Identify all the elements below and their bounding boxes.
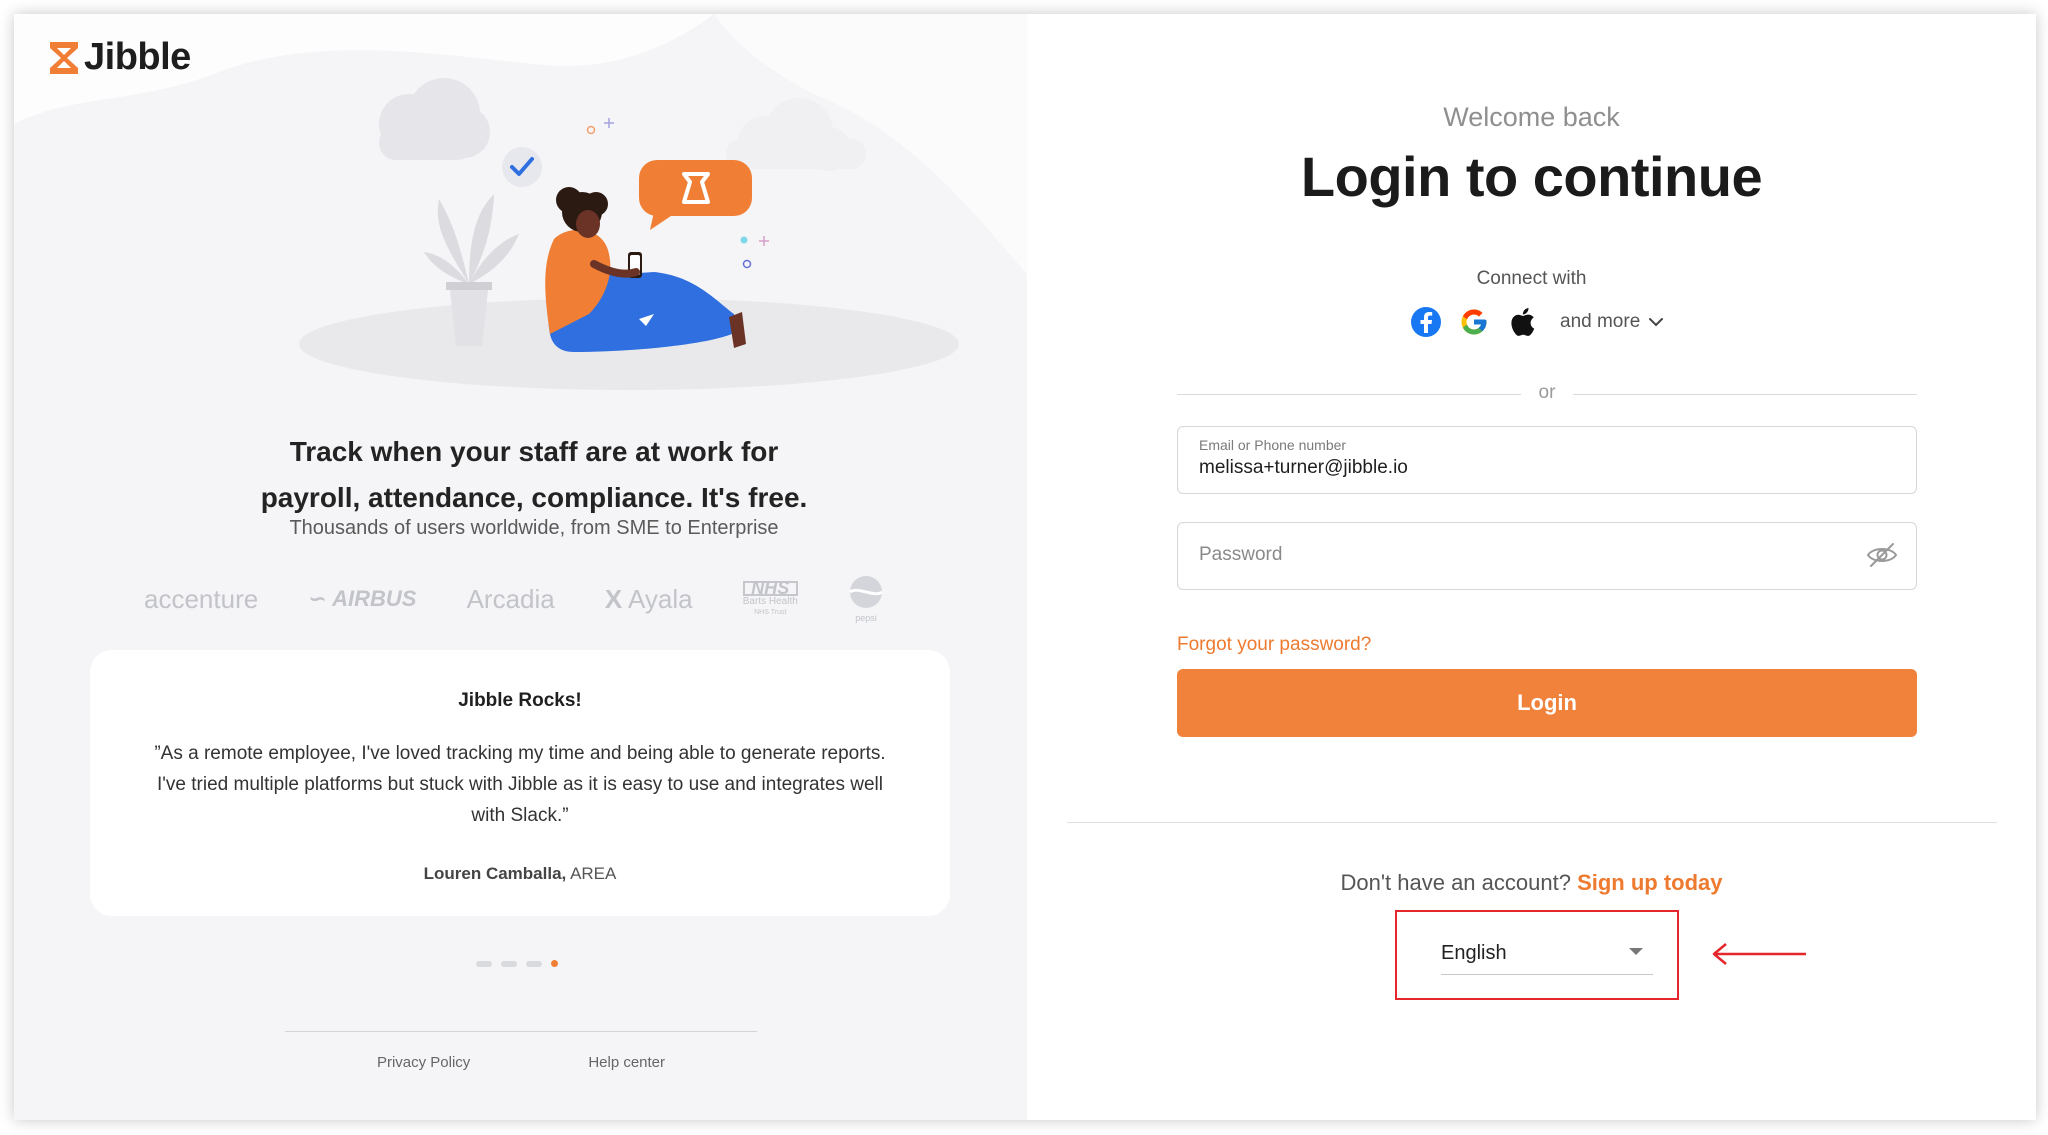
testimonial-author: Louren Camballa, AREA [90,864,950,884]
author-name: Louren Camballa, [423,864,567,883]
apple-icon [1511,308,1535,336]
carousel-dots [476,960,558,967]
facebook-login-button[interactable] [1410,306,1442,338]
author-company: AREA [570,864,617,883]
no-account-text: Don't have an account? [1340,870,1571,895]
ayala-mark-icon: X [604,583,623,614]
login-panel: Welcome back Login to continue Connect w… [1027,14,2036,1120]
email-field[interactable]: Email or Phone number melissa+turner@jib… [1177,426,1917,494]
apple-login-button[interactable] [1506,306,1538,338]
carousel-dot[interactable] [476,960,492,967]
ayala-logo-text: Ayala [628,583,693,614]
carousel-dot-active[interactable] [551,960,558,967]
hero-headline: Track when your staff are at work for pa… [164,429,904,521]
google-icon [1461,309,1487,335]
carousel-dot[interactable] [526,960,542,967]
customer-logos: accenture ∽ AIRBUS Arcadia X Ayala NHS B… [144,569,884,629]
section-divider [1067,822,1997,823]
pepsi-logo: pepsi [848,574,884,624]
ayala-logo: X Ayala [605,584,693,615]
language-select-value: English [1441,942,1507,964]
footer-links: Privacy Policy Help center [285,1054,757,1071]
and-more-dropdown[interactable]: and more [1560,311,1664,333]
chat-bubble [639,160,752,230]
login-button[interactable]: Login [1177,669,1917,737]
arcadia-logo: Arcadia [466,583,555,614]
plant [424,194,519,284]
language-select[interactable]: English [1441,934,1653,975]
nhs-subtitle: Barts Health [742,595,798,607]
connect-with-label: Connect with [1476,268,1587,289]
or-text: or [1538,382,1556,403]
footer-divider [285,1031,757,1032]
airbus-logo-text: AIRBUS [332,586,417,611]
eye-hidden-icon[interactable] [1866,541,1898,569]
password-field[interactable]: Password [1177,522,1917,590]
jibble-hourglass-icon [50,41,78,74]
accenture-logo: accenture [144,583,259,614]
brand-name: Jibble [84,36,191,78]
page-frame: Jibble Track when your staff are at work… [14,14,2036,1120]
chevron-down-icon [1649,318,1664,327]
nhs-badge: NHS [742,579,798,597]
facebook-icon [1411,307,1441,337]
signup-row: Don't have an account? Sign up today [1027,870,2036,896]
page-title: Login to continue [1300,145,1763,208]
welcome-text: Welcome back [1443,102,1620,132]
forgot-password-link[interactable]: Forgot your password? [1177,634,1371,656]
left-panel: Jibble Track when your staff are at work… [14,14,1027,1120]
password-placeholder: Password [1199,544,1283,565]
google-login-button[interactable] [1458,306,1490,338]
testimonial-quote: ”As a remote employee, I've loved tracki… [154,743,886,826]
airbus-logo: ∽ AIRBUS [308,586,416,612]
nhs-logo: NHS Barts Health NHS Trust [742,579,798,618]
caret-down-icon [1629,948,1643,955]
or-divider: or [1177,382,1917,406]
social-login-row: and more [1410,306,1664,338]
carousel-dot[interactable] [501,960,517,967]
airbus-swirl-icon: ∽ [308,586,327,611]
headline-line-2: payroll, attendance, compliance. It's fr… [260,482,808,513]
testimonial-card: Jibble Rocks! ”As a remote employee, I'v… [90,650,950,916]
or-line-right [1573,394,1917,395]
pepsi-text: pepsi [855,613,877,623]
help-center-link[interactable]: Help center [588,1054,665,1071]
testimonial-title: Jibble Rocks! [458,690,582,711]
headline-line-1: Track when your staff are at work for [289,436,779,467]
annotation-highlight-box: English [1395,910,1679,1000]
email-field-label: Email or Phone number [1199,437,1347,453]
jibble-logo[interactable]: Jibble [48,36,191,79]
and-more-label: and more [1560,311,1641,332]
pepsi-globe-icon [849,576,883,608]
hero-subline: Thousands of users worldwide, from SME t… [289,517,779,539]
annotation-arrow-icon [1712,943,1806,965]
nhs-trust-text: NHS Trust [754,608,787,616]
signup-link[interactable]: Sign up today [1577,870,1722,895]
email-field-value[interactable]: melissa+turner@jibble.io [1199,457,1408,479]
privacy-policy-link[interactable]: Privacy Policy [377,1054,470,1071]
